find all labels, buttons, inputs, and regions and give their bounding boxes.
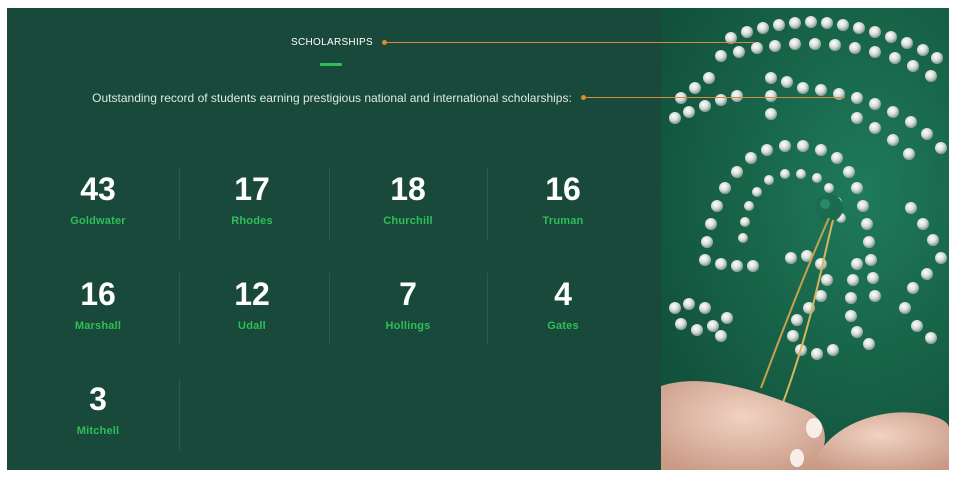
stat-value: 3 xyxy=(89,381,107,417)
column-divider xyxy=(329,273,330,345)
column-divider xyxy=(179,378,180,450)
stat-label: Gates xyxy=(547,320,579,332)
stat-label: Mitchell xyxy=(76,425,120,437)
column-divider xyxy=(179,168,180,240)
stat-truman: 16 Truman xyxy=(488,171,638,227)
stat-value: 7 xyxy=(399,276,417,312)
robe-photo xyxy=(661,8,949,470)
rhinestone-emblem-image xyxy=(661,16,949,470)
stat-udall: 12 Udall xyxy=(177,276,327,332)
stat-label: Marshall xyxy=(74,320,122,332)
stat-mitchell: 3 Mitchell xyxy=(23,381,173,437)
column-divider xyxy=(487,168,488,240)
stat-marshall: 16 Marshall xyxy=(23,276,173,332)
stat-value: 16 xyxy=(80,276,116,312)
stat-rhodes: 17 Rhodes xyxy=(177,171,327,227)
stat-label: Goldwater xyxy=(70,215,126,227)
column-divider xyxy=(329,168,330,240)
stat-value: 4 xyxy=(554,276,572,312)
intro-text: Outstanding record of students earning p… xyxy=(92,91,572,105)
stat-value: 17 xyxy=(234,171,270,207)
stat-value: 12 xyxy=(234,276,270,312)
callout-line xyxy=(585,97,845,98)
stat-label: Truman xyxy=(542,215,584,227)
stat-churchill: 18 Churchill xyxy=(333,171,483,227)
callout-line xyxy=(386,42,756,43)
stat-value: 43 xyxy=(80,171,116,207)
column-divider xyxy=(179,273,180,345)
scholarship-card: SCHOLARSHIPS Outstanding record of stude… xyxy=(7,8,949,470)
stat-label: Rhodes xyxy=(231,215,273,227)
column-divider xyxy=(487,273,488,345)
stat-gates: 4 Gates xyxy=(488,276,638,332)
stat-value: 18 xyxy=(390,171,426,207)
scholarship-panel: SCHOLARSHIPS Outstanding record of stude… xyxy=(7,8,661,470)
accent-bar xyxy=(320,63,342,66)
stat-hollings: 7 Hollings xyxy=(333,276,483,332)
stat-label: Hollings xyxy=(385,320,431,332)
stat-goldwater: 43 Goldwater xyxy=(23,171,173,227)
stat-label: Churchill xyxy=(383,215,433,227)
stat-label: Udall xyxy=(238,320,266,332)
stat-value: 16 xyxy=(545,171,581,207)
